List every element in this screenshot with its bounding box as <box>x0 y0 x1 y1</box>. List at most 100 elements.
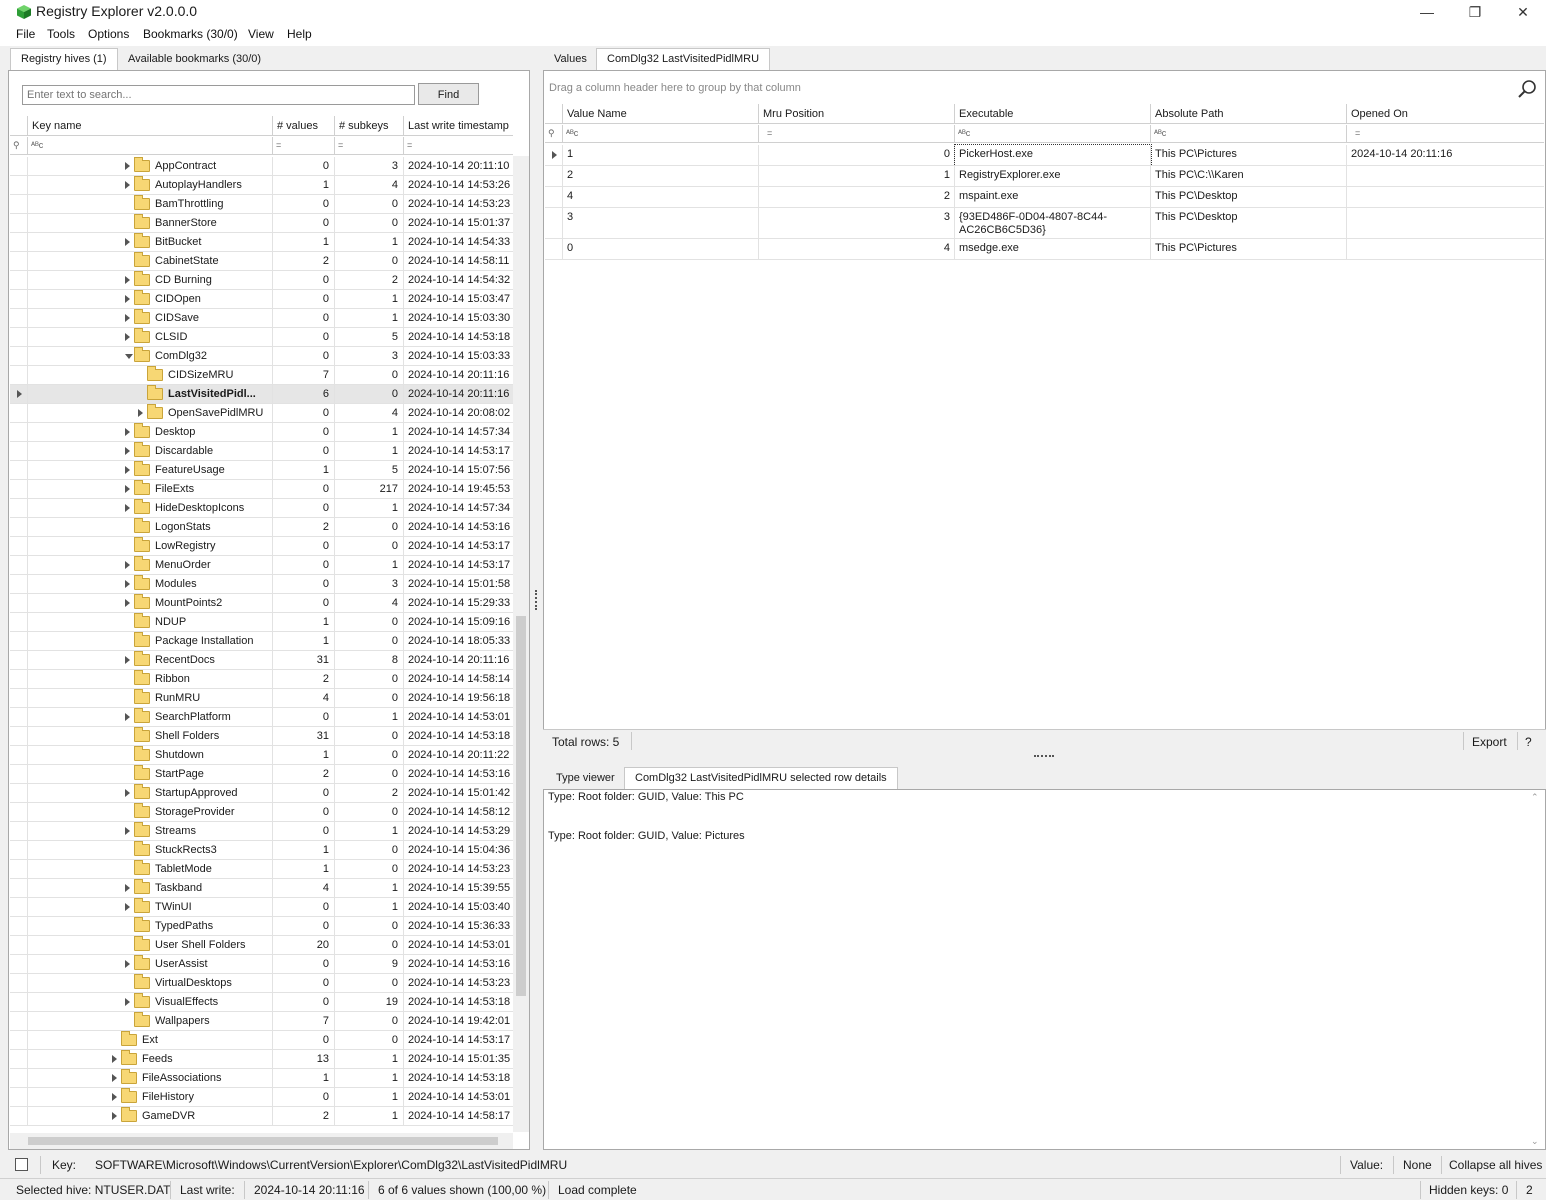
expand-arrow-icon[interactable] <box>125 466 130 474</box>
expand-arrow-icon[interactable] <box>125 827 130 835</box>
expand-arrow-icon[interactable] <box>125 656 130 664</box>
filter-absolute-path[interactable]: ᴬᴮc <box>1151 125 1347 143</box>
expand-arrow-icon[interactable] <box>125 447 130 455</box>
export-button[interactable]: Export <box>1472 735 1507 749</box>
tree-row[interactable]: VirtualDesktops 0 0 2024-10-14 14:53:23 <box>10 974 513 993</box>
tab-values[interactable]: Values <box>543 48 598 70</box>
tree-row[interactable]: Modules 0 3 2024-10-14 15:01:58 <box>10 575 513 594</box>
mru-position-cell[interactable]: 4 <box>759 239 955 260</box>
filter-value-name[interactable]: ᴬᴮc <box>563 125 759 143</box>
opened-on-cell[interactable] <box>1347 208 1544 239</box>
values-row[interactable]: 3 3 {93ED486F-0D04-4807-8C44-AC26CB6C5D36}… <box>545 208 1544 239</box>
value-name-cell[interactable]: 1 <box>563 145 759 166</box>
tree-row[interactable]: SearchPlatform 0 1 2024-10-14 14:53:01 <box>10 708 513 727</box>
close-button[interactable]: ✕ <box>1500 0 1546 24</box>
tree-row[interactable]: GameDVR 2 1 2024-10-14 14:58:17 <box>10 1107 513 1126</box>
expand-arrow-icon[interactable] <box>112 1112 117 1120</box>
menu-help[interactable]: Help <box>287 27 312 41</box>
expand-arrow-icon[interactable] <box>112 1074 117 1082</box>
mru-position-cell[interactable]: 0 <box>759 145 955 166</box>
col-key-name[interactable]: Key name <box>28 116 273 136</box>
collapse-arrow-icon[interactable] <box>125 354 133 359</box>
expand-arrow-icon[interactable] <box>125 960 130 968</box>
tree-row[interactable]: Package Installation 1 0 2024-10-14 18:05:3… <box>10 632 513 651</box>
expand-arrow-icon[interactable] <box>125 485 130 493</box>
value-name-cell[interactable]: 4 <box>563 187 759 208</box>
absolute-path-cell[interactable]: This PC\Desktop <box>1151 187 1347 208</box>
tree-row[interactable]: StartPage 2 0 2024-10-14 14:53:16 <box>10 765 513 784</box>
tree-row[interactable]: FileHistory 0 1 2024-10-14 14:53:01 <box>10 1088 513 1107</box>
opened-on-cell[interactable] <box>1347 166 1544 187</box>
tree-row[interactable]: HideDesktopIcons 0 1 2024-10-14 14:57:34 <box>10 499 513 518</box>
expand-arrow-icon[interactable] <box>125 580 130 588</box>
col-executable[interactable]: Executable <box>955 104 1151 124</box>
tree-row[interactable]: FileExts 0 217 2024-10-14 19:45:53 <box>10 480 513 499</box>
tree-row[interactable]: Ribbon 2 0 2024-10-14 14:58:14 <box>10 670 513 689</box>
collapse-all-hives-button[interactable]: Collapse all hives <box>1449 1158 1542 1172</box>
menu-tools[interactable]: Tools <box>47 27 75 41</box>
filter-executable[interactable]: ᴬᴮc <box>955 125 1151 143</box>
details-scroll-down-icon[interactable]: ⌄ <box>1531 1136 1539 1147</box>
opened-on-cell[interactable]: 2024-10-14 20:11:16 <box>1347 145 1544 166</box>
col-values[interactable]: # values <box>273 116 335 136</box>
search-input[interactable] <box>22 85 415 105</box>
values-row[interactable]: 1 0 PickerHost.exe This PC\Pictures 2024-10-… <box>545 144 1544 167</box>
expand-arrow-icon[interactable] <box>125 884 130 892</box>
expand-arrow-icon[interactable] <box>125 276 130 284</box>
expand-arrow-icon[interactable] <box>125 599 130 607</box>
find-button[interactable]: Find <box>418 83 479 105</box>
tree-row[interactable]: AutoplayHandlers 1 4 2024-10-14 14:53:26 <box>10 176 513 195</box>
opened-on-cell[interactable] <box>1347 187 1544 208</box>
menu-options[interactable]: Options <box>88 27 129 41</box>
tree-hscrollbar[interactable] <box>10 1133 513 1149</box>
expand-arrow-icon[interactable] <box>138 409 143 417</box>
tab-type-viewer[interactable]: Type viewer <box>545 767 626 789</box>
tree-row[interactable]: ComDlg32 0 3 2024-10-14 15:03:33 <box>10 347 513 366</box>
filter-opened-on[interactable]: = <box>1347 125 1544 143</box>
tree-row[interactable]: StorageProvider 0 0 2024-10-14 14:58:12 <box>10 803 513 822</box>
tree-row[interactable]: Taskband 4 1 2024-10-14 15:39:55 <box>10 879 513 898</box>
tree-row[interactable]: CIDOpen 0 1 2024-10-14 15:03:47 <box>10 290 513 309</box>
absolute-path-cell[interactable]: This PC\Pictures <box>1151 145 1347 166</box>
menu-view[interactable]: View <box>248 27 274 41</box>
expand-arrow-icon[interactable] <box>112 1055 117 1063</box>
expand-arrow-icon[interactable] <box>125 314 130 322</box>
menu-file[interactable]: File <box>16 27 35 41</box>
expand-arrow-icon[interactable] <box>125 428 130 436</box>
tree-row[interactable]: BannerStore 0 0 2024-10-14 15:01:37 <box>10 214 513 233</box>
expand-arrow-icon[interactable] <box>125 333 130 341</box>
maximize-button[interactable]: ❐ <box>1452 0 1498 24</box>
tree-row[interactable]: Wallpapers 7 0 2024-10-14 19:42:01 <box>10 1012 513 1031</box>
tree-row[interactable]: StuckRects3 1 0 2024-10-14 15:04:36 <box>10 841 513 860</box>
expand-arrow-icon[interactable] <box>125 162 130 170</box>
col-last-write[interactable]: Last write timestamp <box>404 116 513 136</box>
filter-mru-position[interactable]: = <box>759 125 955 143</box>
menu-bookmarks[interactable]: Bookmarks (30/0) <box>143 27 238 41</box>
tree-row[interactable]: MountPoints2 0 4 2024-10-14 15:29:33 <box>10 594 513 613</box>
tab-selected-row-details[interactable]: ComDlg32 LastVisitedPidlMRU selected row… <box>624 767 898 789</box>
tree-row[interactable]: Discardable 0 1 2024-10-14 14:53:17 <box>10 442 513 461</box>
filter-subkeys[interactable]: = <box>335 137 404 155</box>
horizontal-splitter[interactable] <box>1034 755 1054 759</box>
tree-row[interactable]: BitBucket 1 1 2024-10-14 14:54:33 <box>10 233 513 252</box>
tree-row[interactable]: BamThrottling 0 0 2024-10-14 14:53:23 <box>10 195 513 214</box>
col-absolute-path[interactable]: Absolute Path <box>1151 104 1347 124</box>
tree-row[interactable]: User Shell Folders 20 0 2024-10-14 14:53:01 <box>10 936 513 955</box>
opened-on-cell[interactable] <box>1347 239 1544 260</box>
tree-row[interactable]: FileAssociations 1 1 2024-10-14 14:53:18 <box>10 1069 513 1088</box>
tree-row[interactable]: CabinetState 2 0 2024-10-14 14:58:11 <box>10 252 513 271</box>
tab-comdlg32-lastvisited[interactable]: ComDlg32 LastVisitedPidlMRU <box>596 48 771 70</box>
expand-arrow-icon[interactable] <box>125 998 130 1006</box>
tree-row[interactable]: StartupApproved 0 2 2024-10-14 15:01:42 <box>10 784 513 803</box>
mru-position-cell[interactable]: 3 <box>759 208 955 239</box>
tree-row[interactable]: TabletMode 1 0 2024-10-14 14:53:23 <box>10 860 513 879</box>
expand-arrow-icon[interactable] <box>125 238 130 246</box>
help-button[interactable]: ? <box>1525 735 1532 749</box>
tree-row[interactable]: CIDSave 0 1 2024-10-14 15:03:30 <box>10 309 513 328</box>
value-name-cell[interactable]: 2 <box>563 166 759 187</box>
expand-arrow-icon[interactable] <box>125 181 130 189</box>
tree-row[interactable]: CLSID 0 5 2024-10-14 14:53:18 <box>10 328 513 347</box>
tree-row[interactable]: Streams 0 1 2024-10-14 14:53:29 <box>10 822 513 841</box>
mru-position-cell[interactable]: 2 <box>759 187 955 208</box>
search-icon[interactable] <box>1517 79 1537 99</box>
